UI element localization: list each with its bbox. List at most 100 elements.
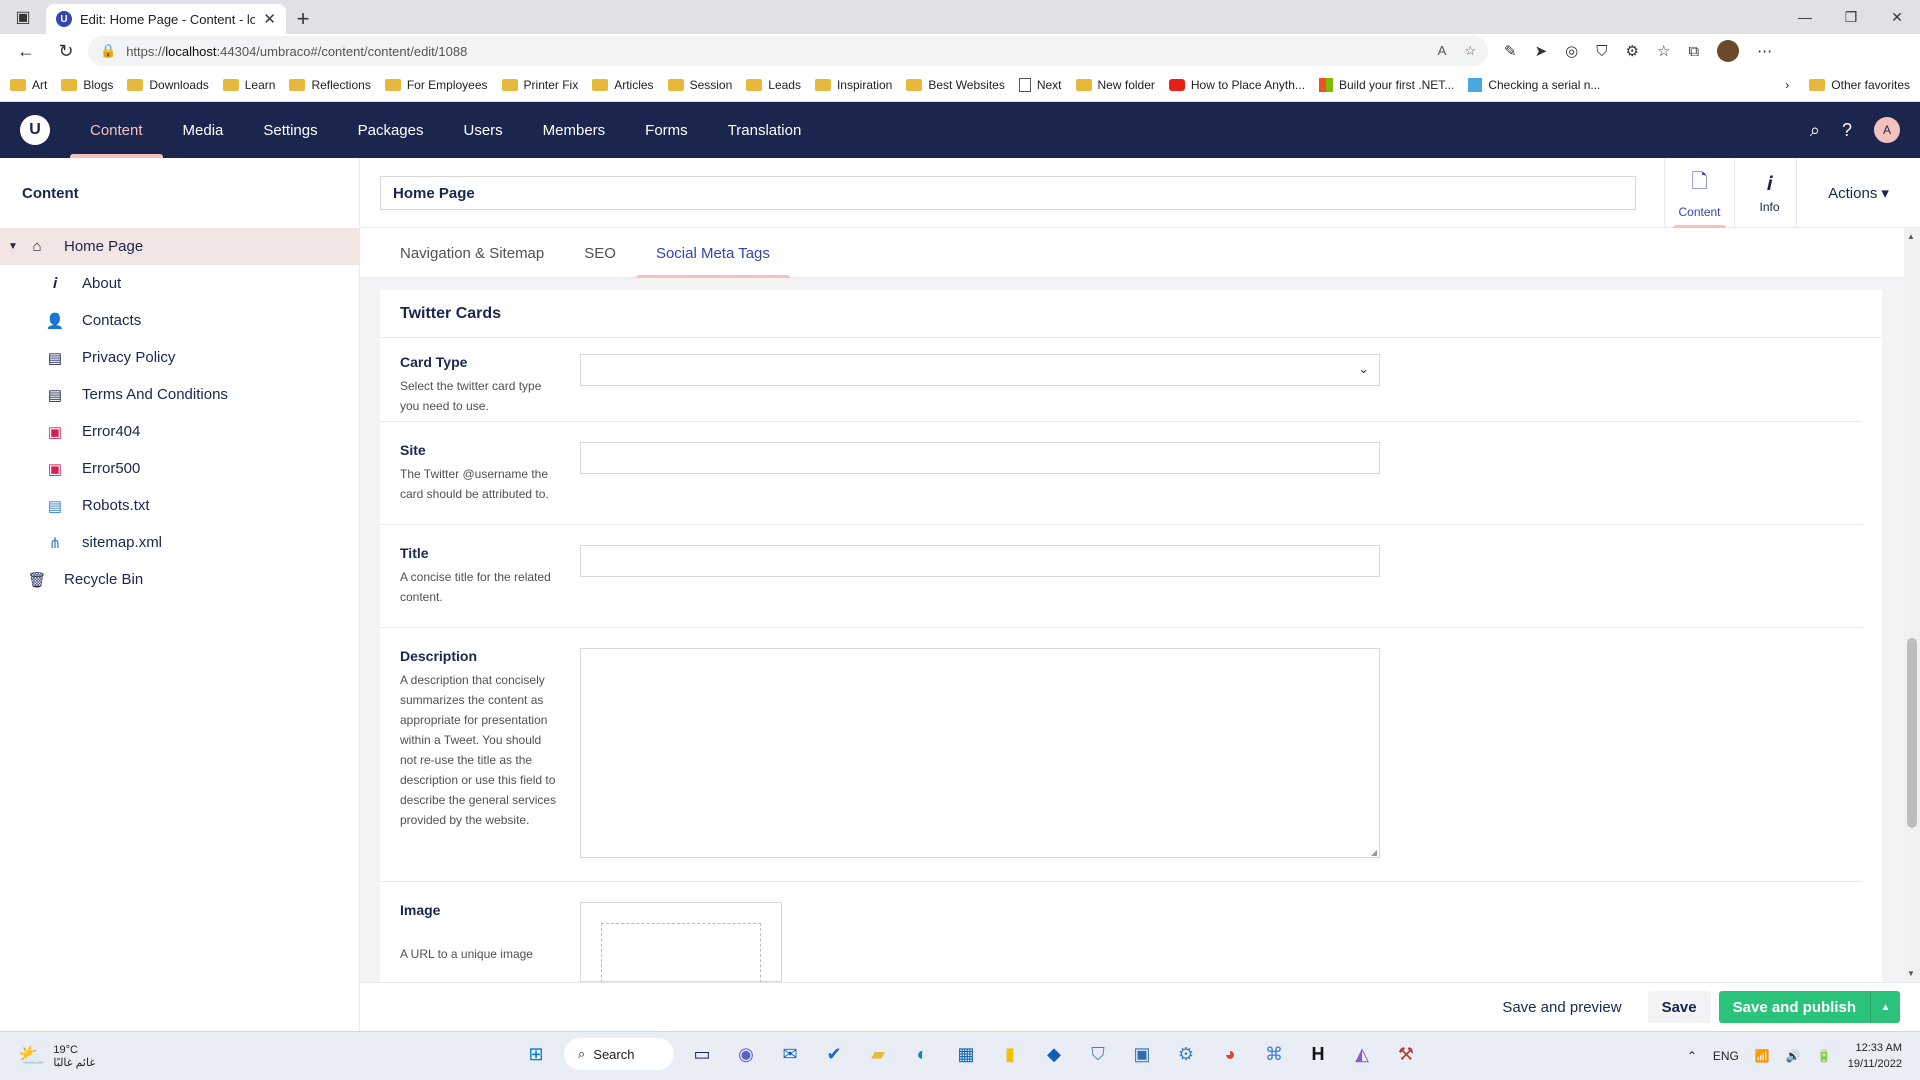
chevron-up-icon[interactable]: ⌃ xyxy=(1687,1049,1697,1063)
favorite-item[interactable]: Printer Fix xyxy=(501,78,578,92)
app-icon[interactable]: ⌘ xyxy=(1258,1038,1290,1070)
extension-pen-icon[interactable]: ✎ xyxy=(1504,42,1517,60)
battery-icon[interactable]: 🔋 xyxy=(1817,1049,1832,1063)
image-dropzone[interactable] xyxy=(601,923,761,982)
user-avatar[interactable]: A xyxy=(1874,117,1900,143)
clock[interactable]: 12:33 AM 19/11/2022 xyxy=(1848,1040,1902,1072)
refresh-icon[interactable]: ↻ xyxy=(48,36,84,66)
language-indicator[interactable]: ENG xyxy=(1713,1049,1739,1063)
site-input[interactable] xyxy=(580,442,1380,474)
favorite-item[interactable]: Articles xyxy=(592,78,654,92)
favorite-star-icon[interactable]: ☆ xyxy=(1464,43,1476,59)
task-view-icon[interactable]: ▭ xyxy=(686,1038,718,1070)
read-aloud-icon[interactable]: A xyxy=(1438,43,1447,59)
tree-item-terms-and-conditions[interactable]: ▤ Terms And Conditions xyxy=(0,376,359,413)
profile-avatar[interactable] xyxy=(1717,40,1740,62)
nav-forms[interactable]: Forms xyxy=(625,102,708,158)
store-icon[interactable]: ▦ xyxy=(950,1038,982,1070)
favorite-item[interactable]: Session xyxy=(667,78,732,92)
tab-seo[interactable]: SEO xyxy=(564,228,636,278)
sticky-notes-icon[interactable]: ▮ xyxy=(994,1038,1026,1070)
app-icon[interactable]: ◆ xyxy=(1038,1038,1070,1070)
close-window-icon[interactable]: ✕ xyxy=(1874,9,1920,26)
tree-item-contacts[interactable]: 👤 Contacts xyxy=(0,302,359,339)
favorites-icon[interactable]: ☆ xyxy=(1657,42,1670,60)
app-icon[interactable]: ⛉ xyxy=(1082,1038,1114,1070)
remote-desktop-icon[interactable]: ▣ xyxy=(1126,1038,1158,1070)
favorite-item[interactable]: How to Place Anyth... xyxy=(1168,78,1305,92)
chrome-icon[interactable]: ◕ xyxy=(1214,1038,1246,1070)
app-content[interactable]: 🗋 Content xyxy=(1664,158,1734,228)
favorite-item[interactable]: Learn xyxy=(222,78,275,92)
tree-item-error500[interactable]: ▣ Error500 xyxy=(0,450,359,487)
outlook-icon[interactable]: ✉ xyxy=(774,1038,806,1070)
collections-icon[interactable]: ⧉ xyxy=(1688,43,1699,60)
tree-item-robots-txt[interactable]: ▤ Robots.txt xyxy=(0,487,359,524)
favorite-item[interactable]: Best Websites xyxy=(906,78,1005,92)
browser-tab[interactable]: U Edit: Home Page - Content - loca ✕ xyxy=(46,4,286,34)
favorite-item[interactable]: Build your first .NET... xyxy=(1318,77,1454,92)
tree-item-privacy-policy[interactable]: ▤ Privacy Policy xyxy=(0,339,359,376)
tab-actions-icon[interactable]: ▣ xyxy=(0,0,46,34)
nav-translation[interactable]: Translation xyxy=(708,102,822,158)
tree-item-home-page[interactable]: ▼ ⌂ Home Page xyxy=(0,228,359,265)
scrollbar-thumb[interactable] xyxy=(1907,638,1917,828)
scroll-down-icon[interactable]: ▼ xyxy=(1907,969,1915,978)
nav-members[interactable]: Members xyxy=(523,102,626,158)
close-tab-icon[interactable]: ✕ xyxy=(263,10,276,28)
back-icon[interactable]: ← xyxy=(8,36,44,66)
extension-circle-icon[interactable]: ◎ xyxy=(1565,42,1578,60)
favorite-item[interactable]: Downloads xyxy=(127,78,209,92)
edge-icon[interactable]: ◐ xyxy=(906,1038,938,1070)
favorite-item[interactable]: Reflections xyxy=(289,78,371,92)
app-icon[interactable]: ⚙ xyxy=(1170,1038,1202,1070)
visual-studio-icon[interactable]: ◭ xyxy=(1346,1038,1378,1070)
nav-settings[interactable]: Settings xyxy=(243,102,337,158)
caret-down-icon[interactable]: ▼ xyxy=(8,241,24,252)
extension-arrow-icon[interactable]: ➤ xyxy=(1535,42,1548,60)
wifi-icon[interactable]: 📶 xyxy=(1755,1049,1770,1063)
tree-item-recycle-bin[interactable]: 🗑 Recycle Bin xyxy=(0,561,359,598)
app-info[interactable]: 𝒊 Info xyxy=(1734,158,1804,228)
chevron-right-icon[interactable]: › xyxy=(1785,78,1789,92)
taskbar-search[interactable]: ⌕ Search xyxy=(564,1038,674,1070)
favorite-item[interactable]: New folder xyxy=(1075,78,1155,92)
new-tab-button[interactable]: + xyxy=(286,4,320,34)
scroll-up-icon[interactable]: ▲ xyxy=(1907,232,1915,241)
save-button[interactable]: Save xyxy=(1647,991,1711,1023)
nav-packages[interactable]: Packages xyxy=(338,102,444,158)
nav-users[interactable]: Users xyxy=(443,102,522,158)
tab-social-meta-tags[interactable]: Social Meta Tags xyxy=(635,228,790,278)
start-icon[interactable]: ⊞ xyxy=(520,1038,552,1070)
other-favorites[interactable]: Other favorites xyxy=(1809,78,1910,92)
extensions-icon[interactable]: ⚙ xyxy=(1626,42,1639,60)
more-menu-icon[interactable]: ⋯ xyxy=(1757,42,1772,60)
scrollbar[interactable]: ▲ ▼ xyxy=(1904,228,1920,982)
app-icon[interactable]: H xyxy=(1302,1038,1334,1070)
favorite-item[interactable]: Next xyxy=(1018,77,1062,92)
save-and-preview-button[interactable]: Save and preview xyxy=(1484,991,1639,1023)
search-icon[interactable]: ⌕ xyxy=(1810,120,1820,141)
favorite-item[interactable]: Blogs xyxy=(61,78,113,92)
url-bar[interactable]: 🔒 https://localhost:44304/umbraco#/conte… xyxy=(88,36,1488,66)
file-explorer-icon[interactable]: ▰ xyxy=(862,1038,894,1070)
tree-item-about[interactable]: 𝒊 About xyxy=(0,265,359,302)
actions-dropdown[interactable]: Actions ▾ xyxy=(1796,158,1920,228)
todo-icon[interactable]: ✔ xyxy=(818,1038,850,1070)
umbraco-logo[interactable]: U xyxy=(0,102,70,158)
teams-icon[interactable]: ◉ xyxy=(730,1038,762,1070)
favorite-item[interactable]: Checking a serial n... xyxy=(1468,77,1600,92)
save-and-publish-button[interactable]: Save and publish xyxy=(1718,991,1870,1023)
title-input[interactable] xyxy=(580,545,1380,577)
help-icon[interactable]: ? xyxy=(1842,120,1852,141)
tab-navigation-sitemap[interactable]: Navigation & Sitemap xyxy=(380,228,564,278)
favorite-item[interactable]: For Employees xyxy=(384,78,488,92)
nav-content[interactable]: Content xyxy=(70,102,163,158)
image-picker[interactable] xyxy=(580,902,782,982)
favorite-item[interactable]: Art xyxy=(10,78,47,92)
app-icon[interactable]: ⚒ xyxy=(1390,1038,1422,1070)
publish-options-caret-icon[interactable]: ▲ xyxy=(1870,991,1900,1023)
favorite-item[interactable]: Inspiration xyxy=(814,78,892,92)
weather-widget[interactable]: ⛅ 19°C غائم غالبًا xyxy=(0,1043,200,1069)
favorite-item[interactable]: Leads xyxy=(746,78,801,92)
